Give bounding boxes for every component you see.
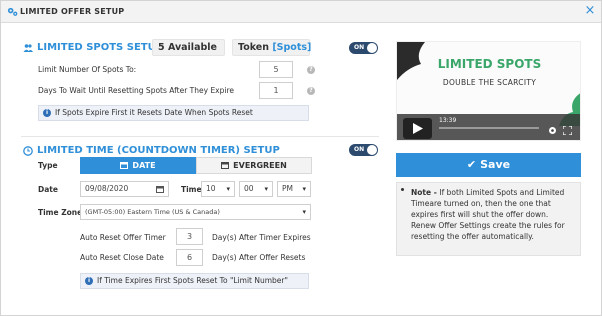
- countdown-toggle[interactable]: ON: [349, 144, 378, 156]
- chevron-down-icon: ▾: [302, 185, 306, 193]
- clock-icon: [23, 146, 33, 156]
- save-label: Save: [480, 158, 511, 171]
- limited-spots-toggle[interactable]: ON: [349, 42, 378, 54]
- auto-reset-close-suffix: Day(s) After Offer Resets: [212, 253, 306, 262]
- wait-days-label: Days To Wait Until Resetting Spots After…: [38, 86, 234, 95]
- available-badge: 5 Available: [152, 39, 225, 56]
- play-button[interactable]: [403, 118, 432, 139]
- date-label: Date: [38, 185, 58, 194]
- countdown-title: LIMITED TIME (COUNTDOWN TIMER) SETUP: [37, 145, 280, 156]
- help-icon[interactable]: ?: [307, 66, 315, 74]
- video-timestamp: 13:39: [439, 117, 457, 124]
- limited-spots-title: LIMITED SPOTS SETUP: [37, 42, 164, 53]
- minute-value: 00: [244, 184, 254, 193]
- date-input[interactable]: 09/08/2020: [80, 181, 169, 197]
- calendar-icon: [221, 162, 230, 169]
- play-icon: [413, 123, 423, 134]
- toggle-label: ON: [354, 44, 365, 51]
- settings-icon[interactable]: [548, 126, 557, 135]
- info-icon: i: [85, 277, 93, 285]
- spots-info-box: i If Spots Expire First it Resets Date W…: [38, 105, 309, 121]
- type-date-label: DATE: [132, 161, 156, 170]
- title-bar: LIMITED OFFER SETUP ×: [1, 1, 601, 23]
- hour-select[interactable]: 10 ▾: [201, 181, 235, 197]
- toggle-knob: [367, 43, 377, 53]
- toggle-knob: [367, 145, 377, 155]
- limit-spots-label: Limit Number Of Spots To:: [38, 65, 137, 74]
- limit-spots-input[interactable]: 5: [259, 61, 293, 78]
- note-box: Note - If both Limited Spots and Limited…: [396, 182, 581, 256]
- users-icon: [23, 44, 33, 52]
- date-value: 09/08/2020: [85, 184, 129, 193]
- wait-days-input[interactable]: 1: [259, 82, 293, 99]
- info-icon: i: [43, 109, 51, 117]
- type-label: Type: [38, 161, 58, 170]
- hour-value: 10: [206, 184, 216, 193]
- calendar-icon: [156, 186, 164, 193]
- spots-info-text: If Spots Expire First it Resets Date Whe…: [55, 108, 253, 117]
- fullscreen-icon[interactable]: [563, 126, 572, 135]
- type-date-button[interactable]: DATE: [80, 157, 196, 174]
- chevron-down-icon: ▾: [302, 208, 306, 216]
- gears-icon: [7, 7, 18, 16]
- available-count: 5: [158, 42, 165, 53]
- timezone-label: Time Zone: [38, 208, 83, 217]
- auto-reset-timer-suffix: Day(s) After Timer Expires: [212, 233, 311, 242]
- help-icon[interactable]: ?: [307, 87, 315, 95]
- token-label: Token: [238, 42, 270, 53]
- save-button[interactable]: ✔ Save: [396, 153, 581, 177]
- bullet: [401, 188, 404, 191]
- timezone-value: (GMT-05:00) Eastern Time (US & Canada): [85, 208, 220, 216]
- token-badge: Token [Spots]: [232, 39, 312, 56]
- dialog-title: LIMITED OFFER SETUP: [20, 7, 125, 16]
- limited-offer-setup-dialog: LIMITED OFFER SETUP × LIMITED SPOTS SETU…: [0, 0, 602, 316]
- timezone-select[interactable]: (GMT-05:00) Eastern Time (US & Canada) ▾: [80, 204, 311, 220]
- chevron-down-icon: ▾: [264, 185, 268, 193]
- chevron-down-icon: ▾: [226, 185, 230, 193]
- time-label: Time: [181, 185, 202, 194]
- token-value: [Spots]: [272, 42, 312, 53]
- available-label: Available: [167, 42, 217, 53]
- toggle-label: ON: [354, 146, 365, 153]
- auto-reset-close-label: Auto Reset Close Date: [80, 253, 164, 262]
- section-divider: [21, 136, 379, 137]
- countdown-info-text: If Time Expires First Spots Reset To "Li…: [97, 276, 288, 285]
- auto-reset-timer-input[interactable]: 3: [176, 228, 203, 245]
- auto-reset-close-input[interactable]: 6: [176, 249, 203, 266]
- type-evergreen-label: EVERGREEN: [233, 161, 287, 170]
- video-subheading: DOUBLE THE SCARCITY: [442, 78, 537, 87]
- ampm-value: PM: [282, 184, 293, 193]
- minute-select[interactable]: 00 ▾: [239, 181, 273, 197]
- close-icon[interactable]: ×: [584, 4, 596, 17]
- ampm-select[interactable]: PM ▾: [277, 181, 311, 197]
- check-icon: ✔: [466, 158, 477, 171]
- note-label: Note -: [411, 188, 440, 197]
- video-heading: LIMITED SPOTS: [437, 57, 542, 71]
- countdown-info-box: i If Time Expires First Spots Reset To "…: [80, 273, 309, 289]
- auto-reset-timer-label: Auto Reset Offer Timer: [80, 233, 166, 242]
- video-preview[interactable]: LIMITED SPOTS DOUBLE THE SCARCITY 13:39: [396, 41, 581, 141]
- video-progress-bar[interactable]: [439, 127, 539, 129]
- calendar-icon: [120, 162, 129, 169]
- type-evergreen-button[interactable]: EVERGREEN: [196, 157, 312, 174]
